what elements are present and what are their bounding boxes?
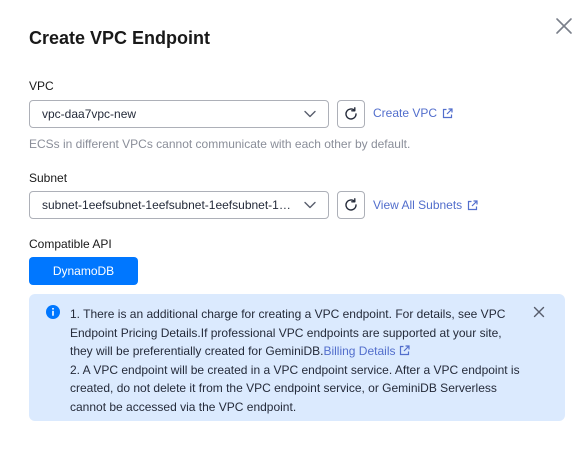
close-icon[interactable] — [554, 16, 574, 36]
create-vpc-link-label: Create VPC — [373, 106, 438, 120]
chevron-down-icon — [304, 110, 316, 118]
subnet-label: Subnet — [29, 171, 68, 185]
refresh-icon — [345, 107, 357, 120]
subnet-select[interactable]: subnet-1eefsubnet-1eefsubnet-1eefsubnet-… — [29, 191, 329, 219]
subnet-select-value: subnet-1eefsubnet-1eefsubnet-1eefsubnet-… — [42, 198, 294, 212]
view-all-subnets-label: View All Subnets — [373, 198, 463, 212]
info-notice: 1. There is an additional charge for cre… — [29, 294, 565, 421]
notice-body: 1. There is an additional charge for cre… — [70, 305, 520, 416]
vpc-label: VPC — [29, 79, 54, 93]
vpc-refresh-button[interactable] — [337, 100, 365, 128]
api-option-dynamodb[interactable]: DynamoDB — [29, 257, 138, 285]
billing-details-label: Billing Details — [323, 344, 396, 358]
vpc-select-value: vpc-daa7vpc-new — [42, 107, 137, 121]
view-all-subnets-link[interactable]: View All Subnets — [373, 198, 478, 212]
create-vpc-endpoint-dialog: Create VPC Endpoint VPC vpc-daa7vpc-new … — [0, 0, 581, 453]
billing-details-link[interactable]: Billing Details — [323, 344, 411, 358]
close-notice-icon[interactable] — [533, 306, 545, 318]
vpc-select[interactable]: vpc-daa7vpc-new — [29, 100, 329, 128]
dialog-title: Create VPC Endpoint — [29, 28, 211, 48]
notice-line-2: 2. A VPC endpoint will be created in a V… — [70, 362, 520, 414]
create-vpc-link[interactable]: Create VPC — [373, 106, 453, 120]
subnet-refresh-button[interactable] — [337, 191, 365, 219]
refresh-icon — [345, 198, 357, 211]
notice-line-1: 1. There is an additional charge for cre… — [70, 305, 520, 361]
external-link-icon — [400, 345, 411, 356]
chevron-down-icon — [304, 201, 316, 209]
notice-line-1-text: 1. There is an additional charge for cre… — [70, 307, 506, 358]
info-icon — [46, 305, 60, 319]
vpc-hint: ECSs in different VPCs cannot communicat… — [29, 137, 411, 151]
external-link-icon — [468, 199, 478, 210]
external-link-icon — [442, 107, 453, 118]
compatible-api-label: Compatible API — [29, 237, 112, 251]
